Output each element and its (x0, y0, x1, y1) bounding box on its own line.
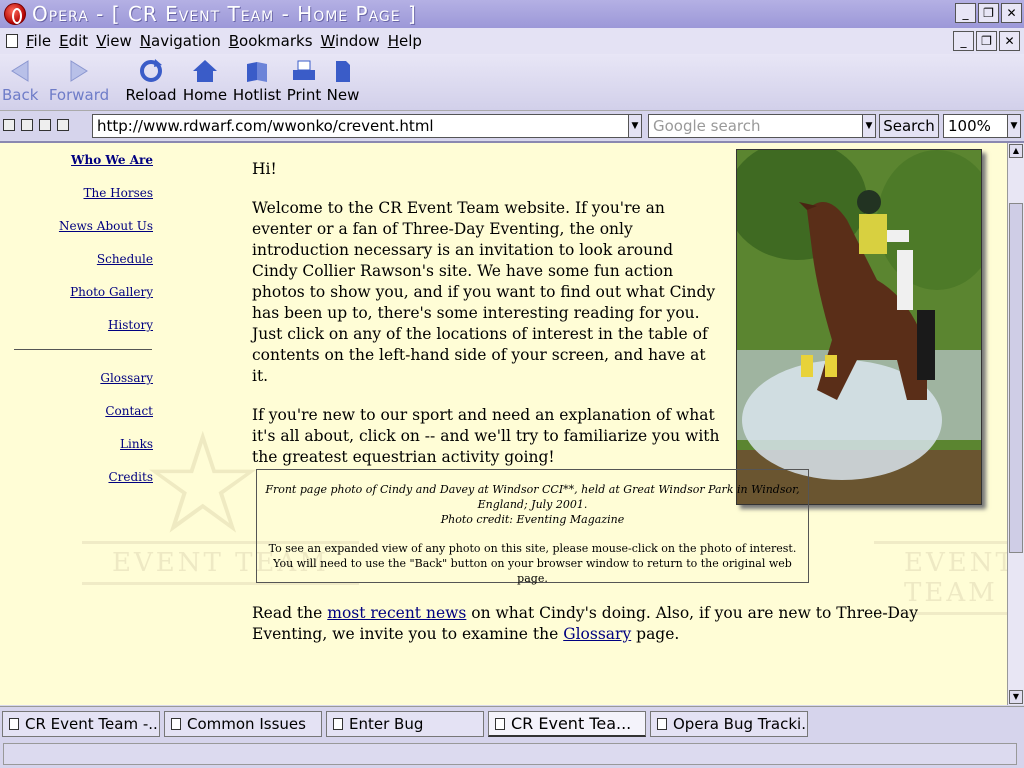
menu-file[interactable]: File (26, 32, 51, 50)
nav-contact[interactable]: Contact (105, 404, 153, 418)
search-engine-dropdown[interactable]: ▼ (862, 114, 876, 138)
document-icon[interactable] (6, 34, 18, 48)
window-controls: _ ❐ ✕ (955, 3, 1022, 23)
menu-edit[interactable]: Edit (59, 32, 88, 50)
maximize-button[interactable]: ❐ (978, 3, 999, 23)
vertical-scrollbar[interactable]: ▲ ▼ (1007, 143, 1024, 705)
zoom-select[interactable]: 100% (943, 114, 1009, 138)
scroll-up-arrow-icon[interactable]: ▲ (1009, 144, 1023, 158)
main-content: Hi! Welcome to the CR Event Team website… (252, 159, 722, 486)
title-bar: Opera - [ CR Event Team - Home Page ] _ … (0, 0, 1024, 28)
zoom-dropdown-button[interactable]: ▼ (1007, 114, 1021, 138)
tab-opera-bug-tracking[interactable]: Opera Bug Tracki... (650, 711, 808, 737)
reload-button[interactable]: Reload (124, 56, 178, 104)
page-icon (333, 718, 343, 730)
new-page-icon (336, 61, 350, 82)
print-icon (293, 60, 315, 80)
nav-who-we-are[interactable]: Who We Are (71, 153, 153, 167)
menu-navigation[interactable]: Navigation (140, 32, 221, 50)
nav-divider (14, 349, 152, 350)
caption-photo-credit: Photo credit: Eventing Magazine (440, 513, 625, 526)
menu-view[interactable]: View (96, 32, 132, 50)
status-field (3, 743, 1017, 765)
doc-close-button[interactable]: ✕ (999, 31, 1020, 51)
most-recent-news-link[interactable]: most recent news (327, 604, 466, 622)
nav-the-horses[interactable]: The Horses (84, 186, 154, 200)
hotlist-icon (247, 62, 267, 82)
glossary-link[interactable]: Glossary (563, 625, 631, 643)
doc-restore-button[interactable]: ❐ (976, 31, 997, 51)
nav-schedule[interactable]: Schedule (97, 252, 153, 266)
nav-history[interactable]: History (108, 318, 153, 332)
page-icon (495, 718, 505, 730)
caption-back-note: You will need to use the "Back" button o… (273, 557, 792, 585)
photo-caption-box: Front page photo of Cindy and Davey at W… (256, 469, 809, 585)
forward-button[interactable]: Forward (46, 56, 112, 104)
tab-cr-event-team-1[interactable]: CR Event Team -... (2, 711, 160, 737)
home-icon (193, 60, 217, 82)
page-icon (9, 718, 19, 730)
front-page-photo[interactable] (736, 149, 982, 505)
page-viewport: ☆ EVENT TEAM EVENT TEAM Who We Are The H… (0, 141, 1024, 705)
search-input[interactable]: Google search (648, 114, 876, 138)
status-bar (0, 740, 1024, 768)
camera-icon[interactable] (21, 119, 33, 131)
nav-photo-gallery[interactable]: Photo Gallery (70, 285, 153, 299)
print-button[interactable]: Print (285, 56, 323, 104)
search-button[interactable]: Search (879, 114, 939, 138)
hotlist-button[interactable]: Hotlist (232, 56, 282, 104)
greeting: Hi! (252, 160, 277, 178)
page-icon (171, 718, 181, 730)
printer-icon[interactable] (57, 119, 69, 131)
bottom-paragraph: Read the most recent news on what Cindy'… (252, 604, 918, 643)
doc-minimize-button[interactable]: _ (953, 31, 974, 51)
tab-bar: CR Event Team -... Common Issues Enter B… (0, 706, 1024, 740)
address-bar-icons (3, 119, 69, 131)
new-button[interactable]: New (325, 56, 361, 104)
document-window-controls: _ ❐ ✕ (953, 31, 1020, 51)
page-icon[interactable] (39, 119, 51, 131)
opera-logo-icon (4, 3, 26, 25)
scroll-down-arrow-icon[interactable]: ▼ (1009, 690, 1023, 704)
page-icon (657, 718, 667, 730)
tab-enter-bug[interactable]: Enter Bug (326, 711, 484, 737)
caption-expand-note: To see an expanded view of any photo on … (268, 542, 797, 555)
menu-bookmarks[interactable]: Bookmarks (229, 32, 313, 50)
nav-links[interactable]: Links (120, 437, 153, 451)
back-arrow-icon (11, 60, 29, 82)
nav-credits[interactable]: Credits (108, 470, 153, 484)
menu-bar: File Edit View Navigation Bookmarks Wind… (0, 28, 1024, 54)
caption-photo-description: Front page photo of Cindy and Davey at W… (265, 483, 800, 511)
welcome-paragraph: Welcome to the CR Event Team website. If… (252, 199, 716, 385)
main-toolbar: Back Forward Reload Home Hotlist Print N… (0, 54, 1024, 110)
horse-jump-photo (737, 150, 981, 504)
back-button[interactable]: Back (2, 56, 38, 104)
menu-window[interactable]: Window (321, 32, 380, 50)
home-button[interactable]: Home (181, 56, 229, 104)
reload-icon (140, 59, 162, 82)
security-icon[interactable] (3, 119, 15, 131)
address-bar: http://www.rdwarf.com/wwonko/crevent.htm… (0, 110, 1024, 140)
url-input[interactable]: http://www.rdwarf.com/wwonko/crevent.htm… (92, 114, 642, 138)
nav-news-about-us[interactable]: News About Us (59, 219, 153, 233)
close-button[interactable]: ✕ (1001, 3, 1022, 23)
tab-common-issues[interactable]: Common Issues (164, 711, 322, 737)
menu-help[interactable]: Help (388, 32, 422, 50)
minimize-button[interactable]: _ (955, 3, 976, 23)
window-title: Opera - [ CR Event Team - Home Page ] (32, 2, 417, 26)
scroll-thumb[interactable] (1009, 203, 1023, 553)
intro-paragraph: If you're new to our sport and need an e… (252, 406, 720, 466)
nav-glossary[interactable]: Glossary (100, 371, 153, 385)
forward-arrow-icon (70, 60, 88, 82)
tab-cr-event-team-active[interactable]: CR Event Tea... (488, 711, 646, 737)
url-dropdown-button[interactable]: ▼ (628, 114, 642, 138)
